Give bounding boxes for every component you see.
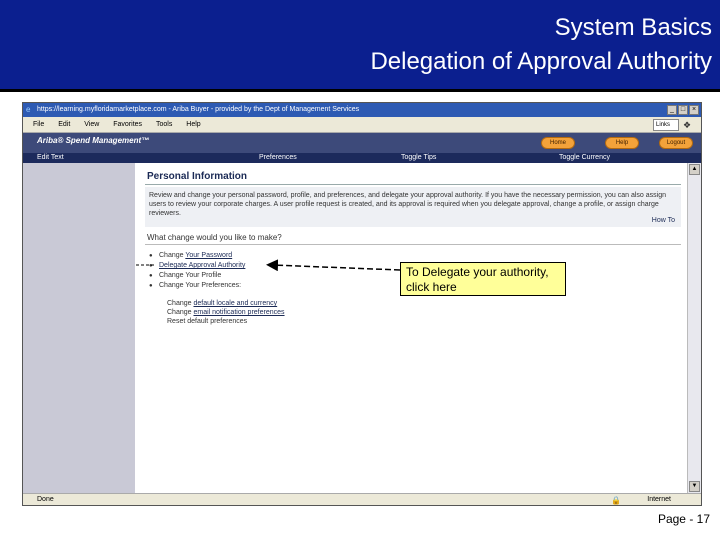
- logout-button[interactable]: Logout: [659, 137, 693, 149]
- page-number: Page - 17: [657, 512, 710, 526]
- vertical-scrollbar[interactable]: ▲ ▼: [687, 163, 701, 493]
- list-item: Change Your Profile: [149, 271, 245, 281]
- sub-option-prefix: Change: [167, 300, 194, 307]
- home-button[interactable]: Home: [541, 137, 575, 149]
- menu-edit[interactable]: Edit: [58, 117, 70, 133]
- slide-header: System Basics Delegation of Approval Aut…: [0, 0, 720, 92]
- menu-tools[interactable]: Tools: [156, 117, 172, 133]
- menu-help[interactable]: Help: [186, 117, 200, 133]
- internet-zone: Internet: [647, 496, 671, 503]
- email-notification-link[interactable]: email notification preferences: [193, 309, 284, 316]
- intro-text: Review and change your personal password…: [149, 192, 667, 217]
- section-title: Personal Information: [147, 171, 248, 182]
- change-password-link[interactable]: Your Password: [185, 252, 232, 259]
- window-controls: _ □ ×: [667, 105, 699, 115]
- list-item: Reset default preferences: [167, 317, 285, 326]
- change-preferences-label: Change Your Preferences:: [159, 282, 242, 289]
- page-content: Personal Information Review and change y…: [135, 163, 685, 493]
- scroll-down-icon[interactable]: ▼: [689, 481, 700, 492]
- nav-preferences[interactable]: Preferences: [259, 153, 297, 163]
- status-text: Done: [37, 496, 54, 503]
- windows-logo-icon: ❖: [683, 120, 692, 130]
- ie-icon: e: [26, 105, 31, 114]
- how-to-link[interactable]: How To: [652, 216, 675, 225]
- list-item: Change default locale and currency: [167, 299, 285, 308]
- nav-toggle-currency[interactable]: Toggle Currency: [559, 153, 610, 163]
- locale-currency-link[interactable]: default locale and currency: [193, 300, 277, 307]
- list-item: Change Your Password: [149, 251, 245, 261]
- option-list: Change Your Password Delegate Approval A…: [149, 251, 245, 291]
- close-icon[interactable]: ×: [689, 105, 699, 115]
- nav-toggle-tips[interactable]: Toggle Tips: [401, 153, 436, 163]
- reset-preferences-link[interactable]: Reset default preferences: [167, 318, 247, 325]
- app-header: Ariba® Spend Management™ Home Help Logou…: [23, 133, 701, 153]
- menu-view[interactable]: View: [84, 117, 99, 133]
- delegate-approval-authority-link[interactable]: Delegate Approval Authority: [159, 262, 245, 269]
- browser-title: https://learning.myfloridamarketplace.co…: [37, 106, 360, 113]
- app-navbar: Edit Text Preferences Toggle Tips Toggle…: [23, 153, 701, 163]
- callout-note: To Delegate your authority, click here: [400, 262, 566, 296]
- list-item: Change email notification preferences: [167, 308, 285, 317]
- help-button[interactable]: Help: [605, 137, 639, 149]
- menu-favorites[interactable]: Favorites: [113, 117, 142, 133]
- lock-icon: 🔒: [611, 496, 621, 505]
- menu-file[interactable]: File: [33, 117, 44, 133]
- preference-sub-list: Change default locale and currency Chang…: [167, 299, 285, 326]
- sub-option-prefix: Change: [167, 309, 194, 316]
- nav-edit-text[interactable]: Edit Text: [37, 153, 64, 163]
- app-brand: Ariba® Spend Management™: [37, 136, 150, 145]
- maximize-icon[interactable]: □: [678, 105, 688, 115]
- intro-text-box: Review and change your personal password…: [145, 187, 681, 227]
- scroll-up-icon[interactable]: ▲: [689, 164, 700, 175]
- left-pane: [23, 163, 135, 493]
- change-profile-link[interactable]: Change Your Profile: [159, 272, 221, 279]
- browser-statusbar: Done 🔒 Internet: [23, 493, 701, 505]
- question-divider: [145, 244, 681, 245]
- minimize-icon[interactable]: _: [667, 105, 677, 115]
- browser-window: e https://learning.myfloridamarketplace.…: [22, 102, 702, 506]
- links-button[interactable]: Links: [653, 119, 679, 131]
- slide-title: System Basics: [554, 14, 712, 41]
- browser-titlebar: e https://learning.myfloridamarketplace.…: [23, 103, 701, 117]
- slide-subtitle: Delegation of Approval Authority: [370, 48, 712, 75]
- list-item: Delegate Approval Authority: [149, 261, 245, 271]
- option-prefix: Change: [159, 252, 186, 259]
- browser-menubar: File Edit View Favorites Tools Help Link…: [23, 117, 701, 133]
- section-divider: [145, 184, 681, 185]
- list-item: Change Your Preferences:: [149, 281, 245, 291]
- question-heading: What change would you like to make?: [147, 233, 282, 242]
